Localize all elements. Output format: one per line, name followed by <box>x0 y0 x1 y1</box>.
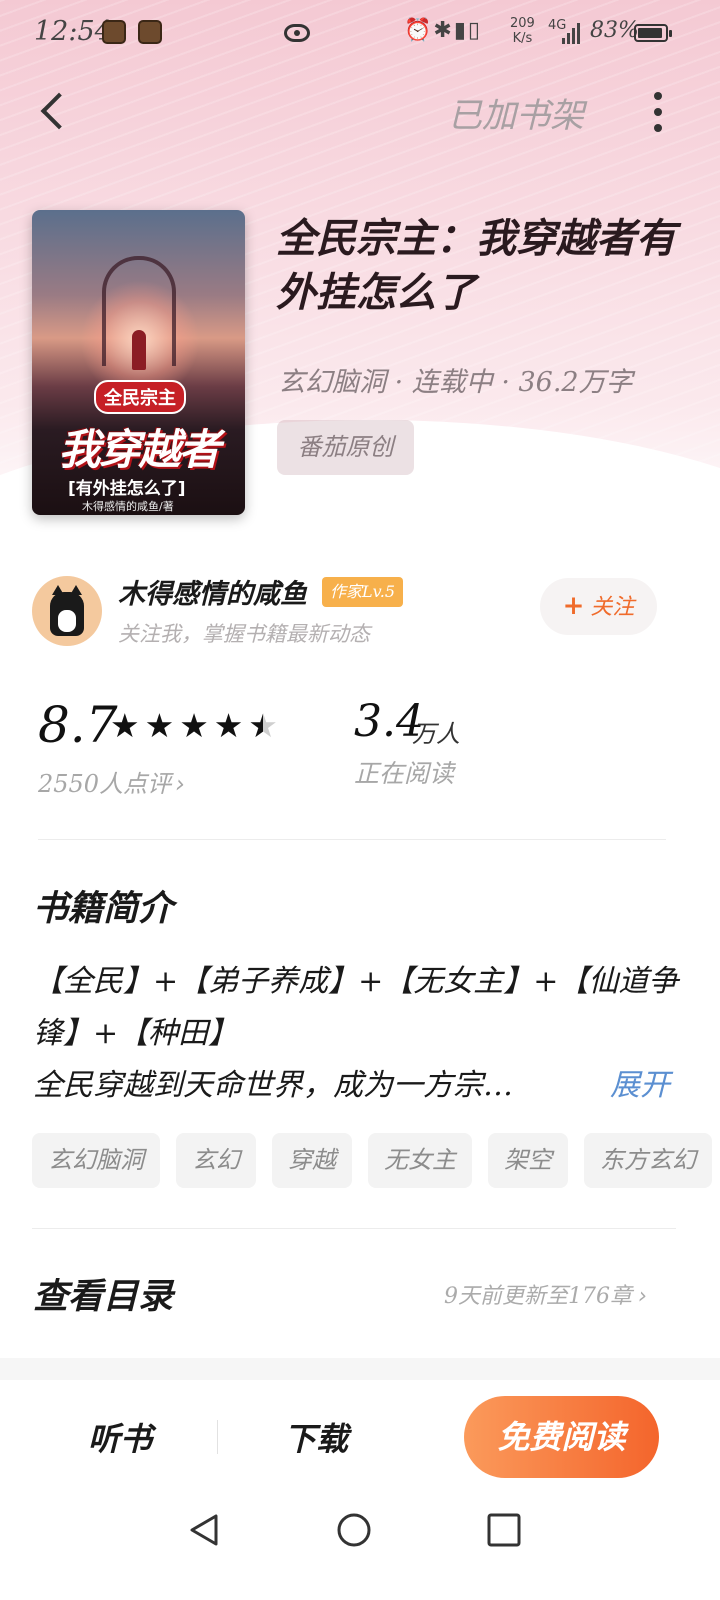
battery-percent: 83% <box>590 18 639 43</box>
tag-chip[interactable]: 穿越 <box>272 1133 352 1188</box>
tag-list: 玄幻脑洞 玄幻 穿越 无女主 架空 东方玄幻 <box>32 1133 720 1189</box>
tag-chip[interactable]: 无女主 <box>368 1133 472 1188</box>
download-button[interactable]: 下载 <box>284 1414 348 1460</box>
cat-face <box>58 610 76 632</box>
plus-icon: + <box>562 591 585 621</box>
tag-chip[interactable]: 架空 <box>488 1133 568 1188</box>
section-separator <box>0 1358 720 1380</box>
tag-chip[interactable]: 玄幻 <box>176 1133 256 1188</box>
network-speed: 209 K/s <box>510 16 535 46</box>
system-home-icon[interactable] <box>334 1510 374 1550</box>
shelf-state-button[interactable]: 已加书架 <box>448 88 584 137</box>
app-notification-icon <box>102 20 126 44</box>
author-level-badge: 作家Lv.5 <box>322 577 404 607</box>
star-icon: ★ <box>110 706 140 745</box>
eye-icon <box>284 24 310 42</box>
system-back-icon[interactable] <box>186 1510 226 1550</box>
chevron-right-icon: › <box>175 770 185 798</box>
cover-subtitle: [有外挂怎么了] <box>68 479 186 499</box>
origin-badge: 番茄原创 <box>277 420 414 475</box>
table-of-contents-title[interactable]: 查看目录 <box>33 1268 173 1319</box>
signal-bars-icon <box>562 20 586 44</box>
tag-chip[interactable]: 东方玄幻 <box>584 1133 712 1188</box>
reading-unit: 万人 <box>412 720 460 748</box>
listen-button[interactable]: 听书 <box>88 1414 152 1460</box>
cover-author: 木得感情的咸鱼/著 <box>82 500 174 513</box>
synopsis-text-truncated: 全民穿越到天命世界，成为一方宗… <box>33 1068 513 1103</box>
cover-figure <box>132 330 146 370</box>
expand-link[interactable]: 展开 <box>610 1060 670 1112</box>
toc-update-link[interactable]: 9天前更新至176章 › <box>444 1278 647 1310</box>
star-icon: ★ <box>213 706 244 745</box>
divider <box>38 839 666 840</box>
rating-score: 8.7 <box>38 696 118 754</box>
author-tip: 关注我，掌握书籍最新动态 <box>118 622 370 646</box>
divider <box>32 1228 676 1229</box>
half-star-icon: ★ <box>248 706 278 745</box>
book-meta: 玄幻脑洞 · 连载中 · 36.2万字 <box>278 367 633 398</box>
more-options-button[interactable] <box>642 90 674 134</box>
follow-button[interactable]: + 关注 <box>540 578 657 635</box>
book-cover[interactable]: 全民宗主 我穿越者 [有外挂怎么了] 木得感情的咸鱼/著 <box>32 210 245 515</box>
status-time: 12:54 <box>34 16 112 47</box>
synopsis-text: 【全民】+【弟子养成】+【无女主】+【仙道争锋】+【种田】 <box>33 964 679 1051</box>
free-read-button[interactable]: 免费阅读 <box>464 1396 659 1478</box>
divider <box>217 1420 218 1454</box>
system-recent-apps-icon[interactable] <box>484 1510 524 1550</box>
reading-label: 正在阅读 <box>354 759 455 788</box>
follow-label: 关注 <box>590 595 635 620</box>
star-icon: ★ <box>144 706 175 745</box>
back-button[interactable] <box>30 86 74 136</box>
author-avatar[interactable] <box>32 576 102 646</box>
rating-count-link[interactable]: 2550人点评 › <box>38 764 185 799</box>
star-icon: ★ <box>179 706 209 745</box>
status-bar: 12:54 ⏰✱▮▯ 209 K/s 4G 83% <box>0 0 720 68</box>
tag-chip[interactable]: 玄幻脑洞 <box>32 1133 160 1188</box>
book-title: 全民宗主：我穿越者有外挂怎么了 <box>276 215 676 316</box>
cover-tag: 全民宗主 <box>94 380 186 414</box>
rating-stars: ★ ★ ★ ★★ <box>110 706 283 746</box>
cover-big-title: 我穿越者 <box>58 425 220 474</box>
alarm-bluetooth-vibrate-icons: ⏰✱▮▯ <box>404 18 483 43</box>
app-notification-icon <box>138 20 162 44</box>
battery-icon <box>634 24 672 42</box>
synopsis-title: 书籍简介 <box>33 888 174 929</box>
chevron-right-icon: › <box>638 1284 647 1309</box>
author-name[interactable]: 木得感情的咸鱼 <box>118 572 307 611</box>
